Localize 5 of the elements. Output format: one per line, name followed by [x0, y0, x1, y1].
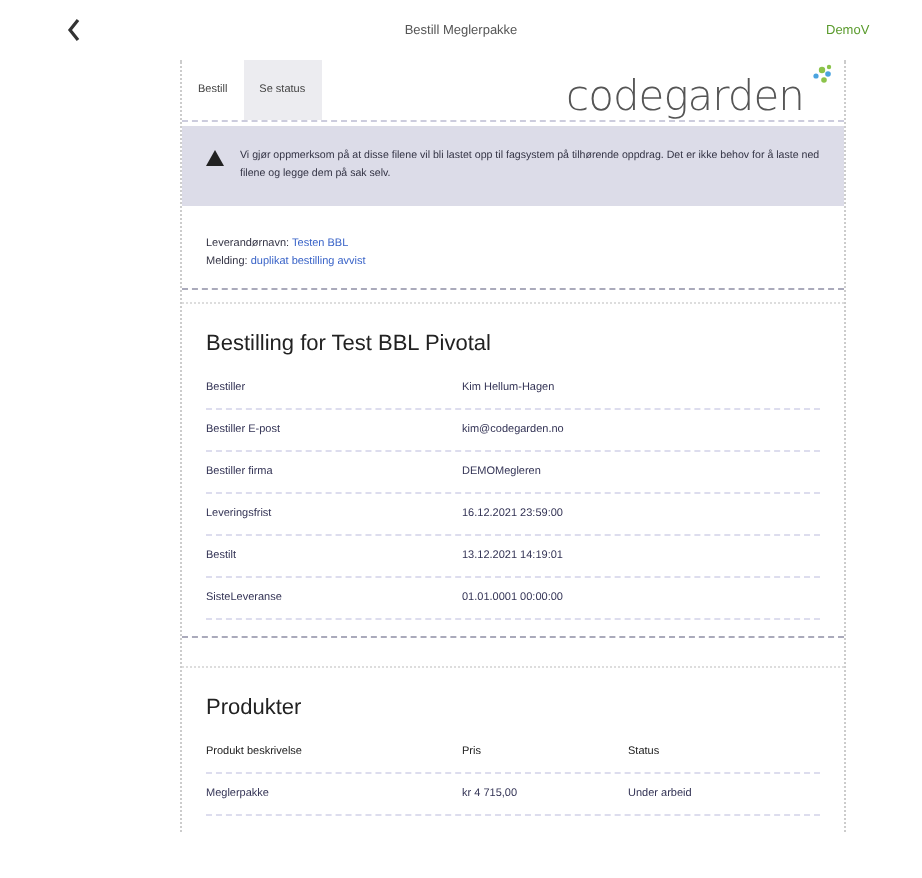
order-title: Bestilling for Test BBL Pivotal: [206, 332, 493, 356]
products-title: Produkter: [206, 696, 304, 720]
logo-text: codegarden: [566, 72, 804, 120]
warning-icon: [206, 150, 224, 166]
back-icon[interactable]: [66, 18, 82, 42]
